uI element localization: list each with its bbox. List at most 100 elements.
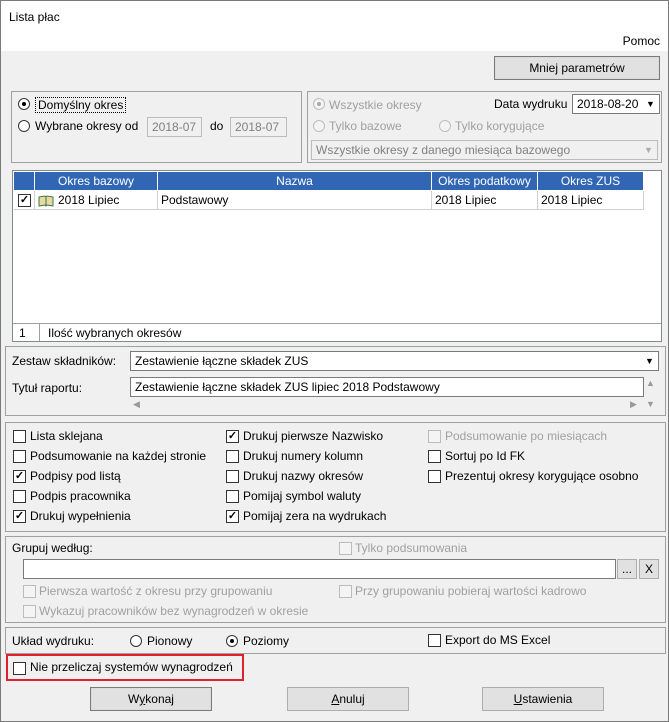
component-set-label: Zestaw składników: — [12, 354, 117, 368]
group-by-field[interactable] — [23, 559, 616, 579]
browse-label: ... — [621, 562, 632, 576]
less-params-button[interactable]: Mniej parametrów — [494, 56, 660, 80]
print-first-surname-checkbox[interactable]: ✓ — [226, 430, 239, 443]
print-fills-label: Drukuj wypełnienia — [30, 509, 131, 523]
corrective-separate-checkbox[interactable] — [428, 470, 441, 483]
scroll-up-icon[interactable]: ▲ — [646, 378, 655, 388]
chevron-down-icon[interactable]: ▼ — [641, 142, 656, 158]
row-name-cell[interactable]: Podstawowy — [158, 191, 432, 210]
summary-each-page-label: Podsumowanie na każdej stronie — [30, 449, 207, 463]
grid-footer-label: Ilość wybranych okresów — [48, 326, 182, 340]
show-without-salary-checkbox[interactable] — [23, 605, 36, 618]
monthly-summary-checkbox[interactable] — [428, 430, 441, 443]
skip-zeros-label: Pomijaj zera na wydrukach — [243, 509, 387, 523]
grid-footer: 1 Ilość wybranych okresów — [13, 323, 661, 341]
period-to-label: do — [210, 119, 224, 133]
print-fills-checkbox[interactable]: ✓ — [13, 510, 26, 523]
corrective-only-label: Tylko korygujące — [455, 119, 545, 133]
group-by-browse-button[interactable]: ... — [617, 559, 637, 579]
grid-footer-divider — [39, 324, 40, 341]
print-column-numbers-checkbox[interactable] — [226, 450, 239, 463]
period-scope-combo[interactable]: Wszystkie okresy z danego miesiąca bazow… — [311, 140, 658, 160]
grid-footer-count: 1 — [19, 326, 26, 340]
report-title-field[interactable]: Zestawienie łączne składek ZUS lipiec 20… — [130, 377, 644, 397]
only-summary-checkbox[interactable] — [339, 542, 352, 555]
selected-periods-radio[interactable] — [18, 120, 30, 132]
first-value-checkbox[interactable] — [23, 585, 36, 598]
group-by-label: Grupuj według: — [12, 541, 93, 555]
grid-header-tax[interactable]: Okres podatkowy — [432, 172, 538, 190]
glued-list-checkbox[interactable] — [13, 430, 26, 443]
chevron-down-icon[interactable]: ▼ — [642, 353, 657, 369]
run-label: Wykonaj — [128, 692, 174, 706]
grid-header-base[interactable]: Okres bazowy — [35, 172, 158, 190]
row-tax-cell[interactable]: 2018 Lipiec — [432, 191, 538, 210]
grid-header-check — [14, 172, 35, 190]
run-button[interactable]: Wykonaj — [90, 687, 212, 711]
employee-signature-label: Podpis pracownika — [30, 489, 131, 503]
summary-each-page-checkbox[interactable] — [13, 450, 26, 463]
corrective-separate-label: Prezentuj okresy korygujące osobno — [445, 469, 639, 483]
menu-bar: Pomoc — [1, 31, 668, 51]
horizontal-label: Poziomy — [243, 634, 290, 648]
grid-header-name[interactable]: Nazwa — [158, 172, 432, 190]
signatures-under-list-checkbox[interactable]: ✓ — [13, 470, 26, 483]
export-excel-checkbox[interactable] — [428, 634, 441, 647]
skip-currency-symbol-label: Pomijaj symbol waluty — [243, 489, 362, 503]
all-periods-label: Wszystkie okresy — [329, 98, 422, 112]
selected-periods-label: Wybrane okresy od — [35, 119, 139, 133]
scroll-down-icon[interactable]: ▼ — [646, 399, 655, 409]
cancel-button[interactable]: Anuluj — [287, 687, 409, 711]
take-personnel-checkbox[interactable] — [339, 585, 352, 598]
skip-zeros-checkbox[interactable]: ✓ — [226, 510, 239, 523]
sort-by-fk-checkbox[interactable] — [428, 450, 441, 463]
chevron-down-icon[interactable]: ▼ — [643, 96, 658, 112]
only-summary-label: Tylko podsumowania — [355, 541, 468, 555]
window-title: Lista płac — [9, 10, 60, 24]
export-excel-label: Export do MS Excel — [445, 633, 551, 647]
glued-list-label: Lista sklejana — [30, 429, 103, 443]
component-set-value: Zestawienie łączne składek ZUS — [135, 354, 309, 368]
less-params-label: Mniej parametrów — [529, 61, 625, 75]
vertical-radio[interactable] — [130, 635, 142, 647]
clear-label: X — [644, 562, 653, 576]
row-base-value: 2018 Lipiec — [58, 193, 120, 207]
group-by-clear-button[interactable]: X — [639, 559, 659, 579]
component-set-combo[interactable]: Zestawienie łączne składek ZUS ▼ — [130, 351, 659, 371]
grid-header-zus[interactable]: Okres ZUS — [538, 172, 644, 190]
all-periods-radio[interactable] — [313, 98, 325, 110]
corrective-only-radio[interactable] — [439, 120, 451, 132]
period-to-field[interactable]: 2018-07 — [230, 117, 287, 137]
monthly-summary-label: Podsumowanie po miesiącach — [445, 429, 608, 443]
print-period-names-checkbox[interactable] — [226, 470, 239, 483]
layout-section — [5, 627, 666, 654]
scroll-left-icon[interactable]: ◀ — [133, 399, 140, 410]
print-first-surname-label: Drukuj pierwsze Nazwisko — [243, 429, 384, 443]
default-period-radio[interactable] — [18, 98, 30, 110]
base-only-label: Tylko bazowe — [329, 119, 402, 133]
print-date-value: 2018-08-20 — [577, 97, 639, 111]
row-zus-cell[interactable]: 2018 Lipiec — [538, 191, 644, 210]
settings-button[interactable]: Ustawienia — [482, 687, 604, 711]
print-date-field[interactable]: 2018-08-20 ▼ — [572, 94, 660, 114]
scroll-right-icon[interactable]: ▶ — [630, 399, 637, 410]
cancel-label: Anuluj — [331, 692, 365, 706]
menu-help[interactable]: Pomoc — [623, 34, 660, 48]
print-date-label: Data wydruku — [494, 97, 568, 111]
first-value-label: Pierwsza wartość z okresu przy grupowani… — [39, 584, 273, 598]
title-bar: Lista płac — [1, 1, 668, 31]
horizontal-radio[interactable] — [226, 635, 238, 647]
row-checkbox[interactable]: ✓ — [18, 194, 31, 207]
sort-by-fk-label: Sortuj po Id FK — [445, 449, 526, 463]
periods-grid: Okres bazowy Nazwa Okres podatkowy Okres… — [12, 170, 662, 342]
table-row-base-cell[interactable]: 2018 Lipiec — [35, 191, 158, 210]
employee-signature-checkbox[interactable] — [13, 490, 26, 503]
skip-currency-symbol-checkbox[interactable] — [226, 490, 239, 503]
no-recalc-checkbox[interactable] — [13, 662, 26, 675]
table-row-check-cell: ✓ — [14, 191, 35, 210]
print-column-numbers-label: Drukuj numery kolumn — [243, 449, 364, 463]
vertical-label: Pionowy — [147, 634, 193, 648]
base-only-radio[interactable] — [313, 120, 325, 132]
period-scope-value: Wszystkie okresy z danego miesiąca bazow… — [316, 143, 571, 157]
period-from-field[interactable]: 2018-07 — [147, 117, 202, 137]
